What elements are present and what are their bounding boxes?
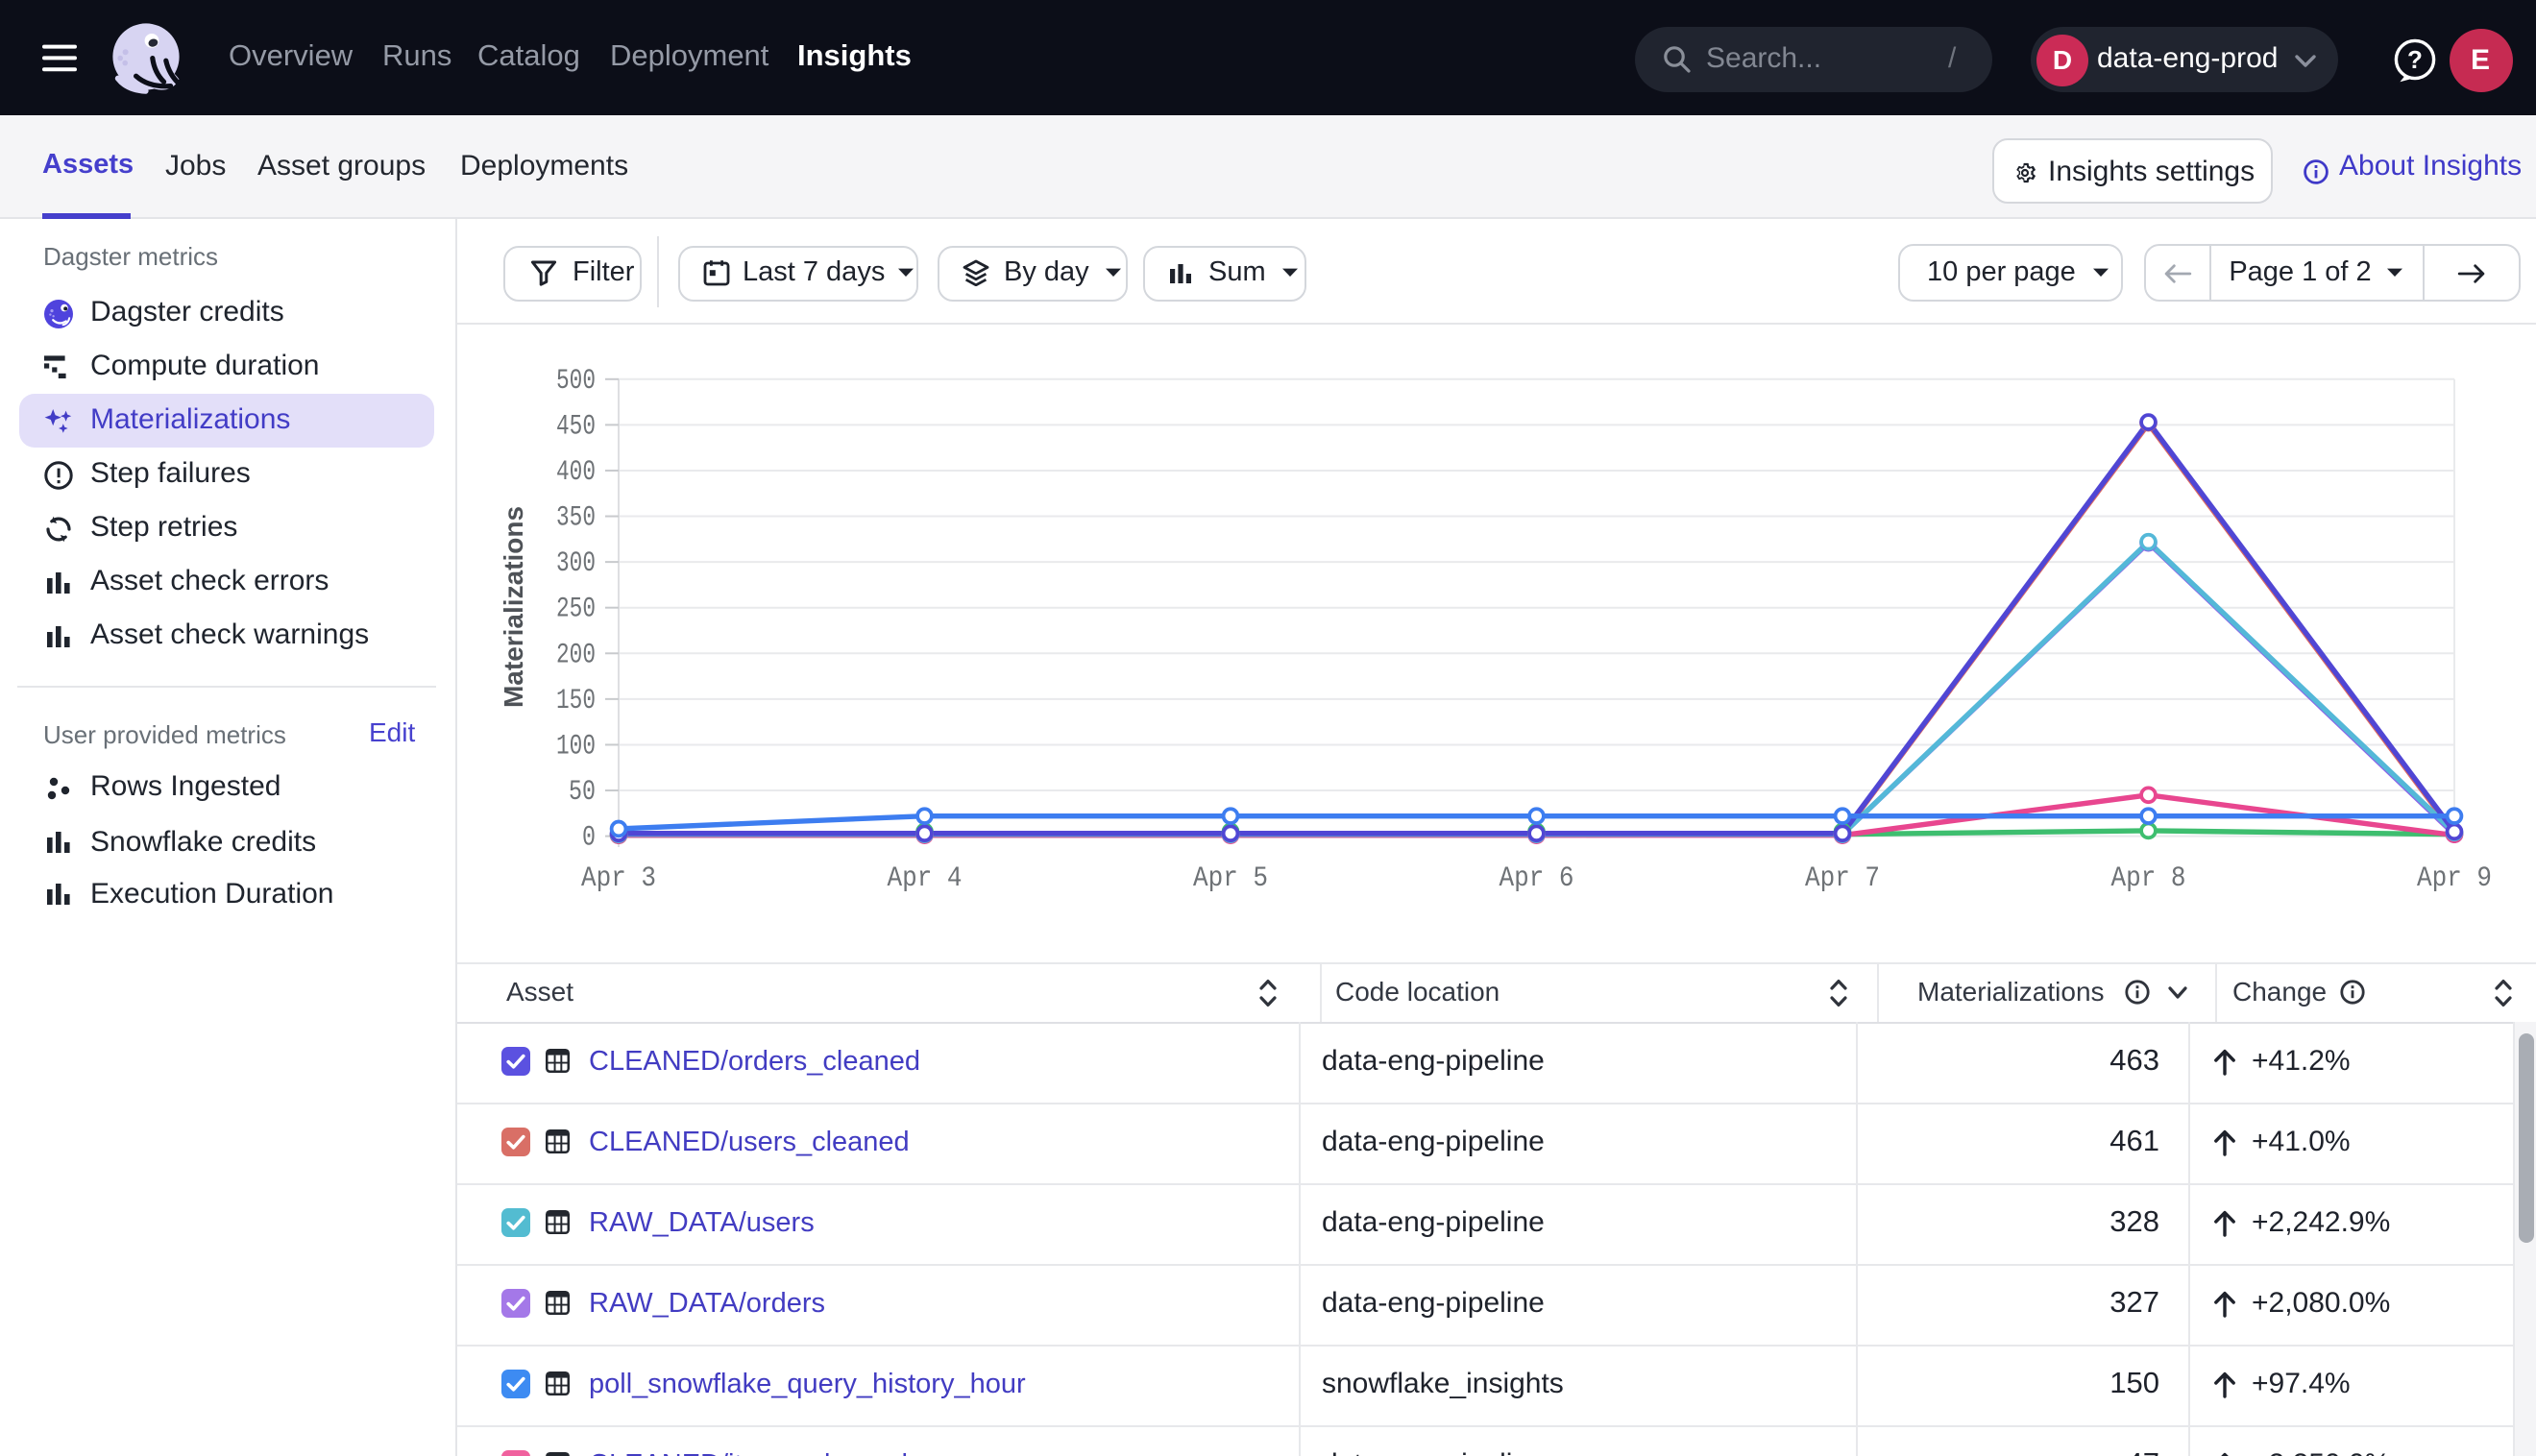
svg-text:?: ? xyxy=(2407,45,2423,74)
svg-text:300: 300 xyxy=(556,547,596,580)
svg-text:500: 500 xyxy=(556,365,596,398)
svg-text:Materializations: Materializations xyxy=(499,506,528,708)
svg-text:250: 250 xyxy=(556,594,596,626)
svg-text:150: 150 xyxy=(556,685,596,717)
svg-text:200: 200 xyxy=(556,639,596,671)
svg-text:450: 450 xyxy=(556,410,596,443)
svg-text:Apr 6: Apr 6 xyxy=(1500,862,1574,895)
svg-text:Apr 3: Apr 3 xyxy=(581,862,656,895)
svg-text:100: 100 xyxy=(556,730,596,763)
svg-text:Apr 5: Apr 5 xyxy=(1193,862,1268,895)
svg-text:400: 400 xyxy=(556,456,596,489)
svg-text:Apr 7: Apr 7 xyxy=(1805,862,1880,895)
svg-text:50: 50 xyxy=(569,776,596,809)
svg-text:Apr 9: Apr 9 xyxy=(2417,862,2492,895)
svg-text:0: 0 xyxy=(582,822,596,855)
svg-text:Apr 8: Apr 8 xyxy=(2111,862,2186,895)
svg-text:Apr 4: Apr 4 xyxy=(888,862,963,895)
svg-text:350: 350 xyxy=(556,502,596,535)
